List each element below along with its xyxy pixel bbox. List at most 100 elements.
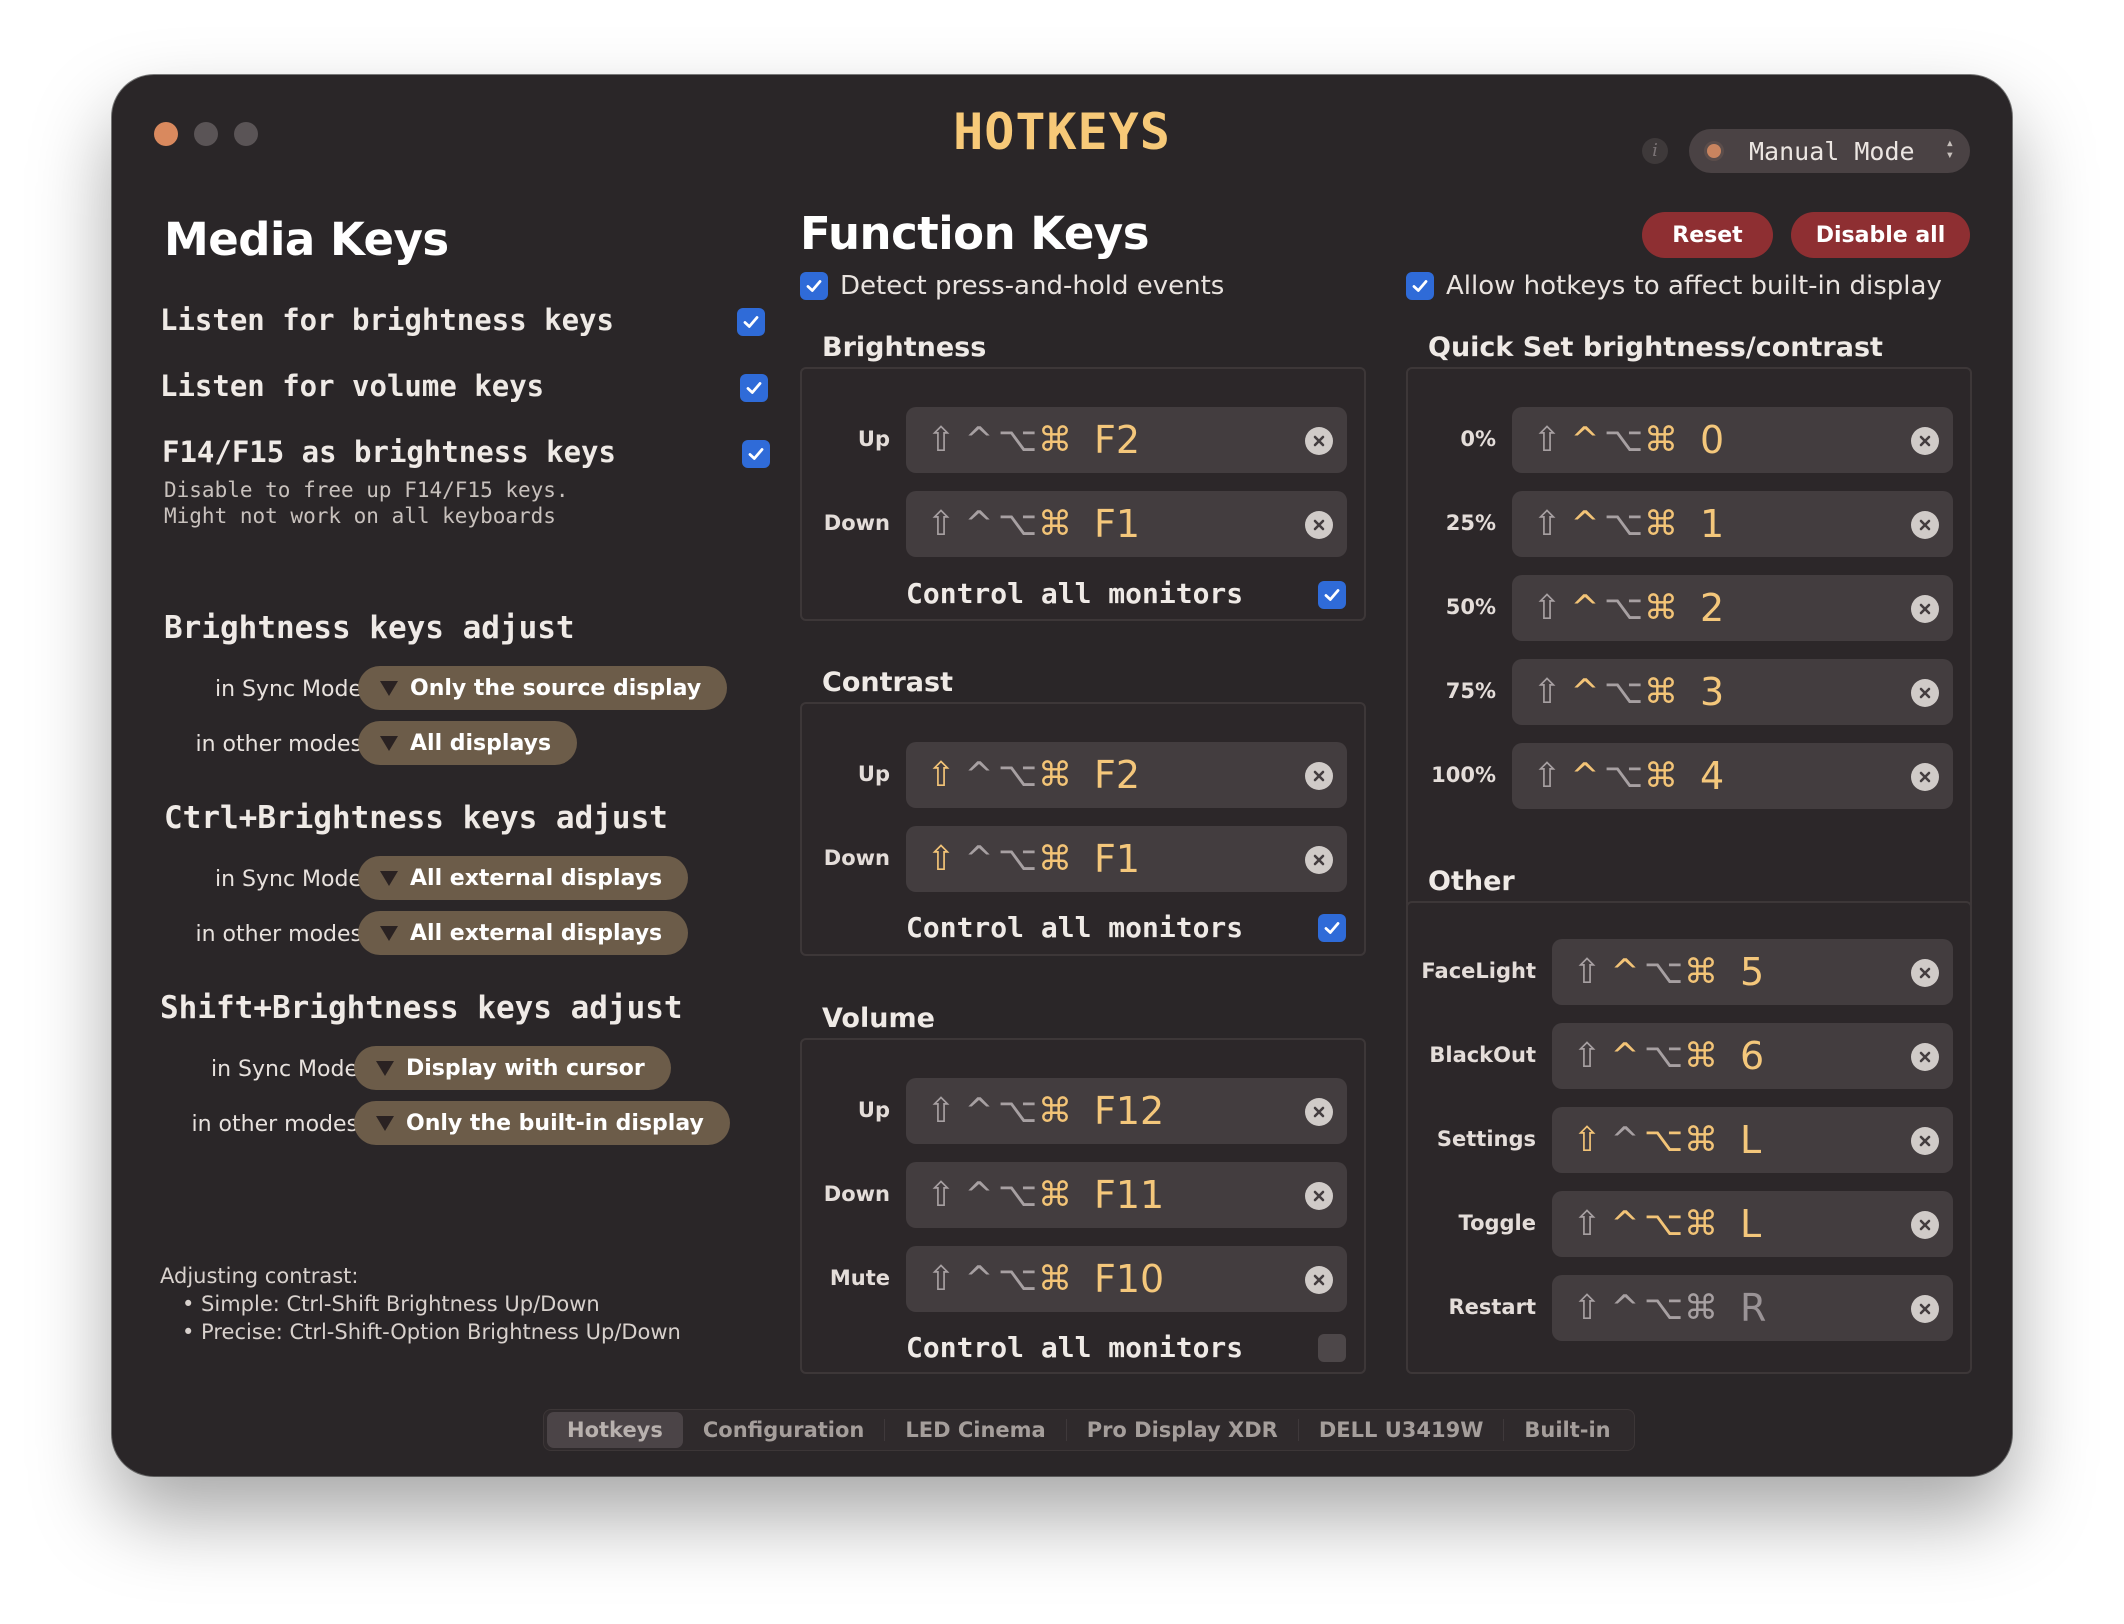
hotkey-recorder[interactable]: ⇧ ^ ⌥ ⌘ F2: [906, 742, 1347, 808]
shift-modifier-icon[interactable]: ⇧: [1568, 1204, 1606, 1244]
option-modifier-icon[interactable]: ⌥: [998, 1175, 1037, 1215]
volume-control-all-checkbox[interactable]: [1318, 1334, 1346, 1362]
tab-built-in[interactable]: Built-in: [1504, 1412, 1630, 1448]
command-modifier-icon[interactable]: ⌘: [1642, 672, 1680, 712]
control-modifier-icon[interactable]: ^: [1566, 420, 1604, 460]
option-modifier-icon[interactable]: ⌥: [1604, 504, 1643, 544]
clear-hotkey-icon[interactable]: [1911, 427, 1939, 455]
mode-select[interactable]: Manual Mode ▴ ▾: [1689, 129, 1970, 173]
shift-modifier-icon[interactable]: ⇧: [922, 1175, 960, 1215]
command-modifier-icon[interactable]: ⌘: [1642, 588, 1680, 628]
control-modifier-icon[interactable]: ^: [960, 504, 998, 544]
command-modifier-icon[interactable]: ⌘: [1036, 839, 1074, 879]
brightness-keys-checkbox[interactable]: [737, 308, 765, 336]
control-modifier-icon[interactable]: ^: [1606, 1036, 1644, 1076]
tab-configuration[interactable]: Configuration: [683, 1412, 884, 1448]
info-icon[interactable]: i: [1642, 138, 1668, 164]
control-modifier-icon[interactable]: ^: [1566, 672, 1604, 712]
shift-modifier-icon[interactable]: ⇧: [1568, 1120, 1606, 1160]
brightness-control-all-checkbox[interactable]: [1318, 581, 1346, 609]
hotkey-recorder[interactable]: ⇧ ^ ⌥ ⌘ F11: [906, 1162, 1347, 1228]
shift-other-select[interactable]: Only the built-in display: [354, 1101, 730, 1145]
command-modifier-icon[interactable]: ⌘: [1642, 420, 1680, 460]
tab-dell-u3419w[interactable]: DELL U3419W: [1299, 1412, 1504, 1448]
option-modifier-icon[interactable]: ⌥: [1604, 672, 1643, 712]
hotkey-recorder[interactable]: ⇧ ^ ⌥ ⌘ F12: [906, 1078, 1347, 1144]
shift-modifier-icon[interactable]: ⇧: [922, 1259, 960, 1299]
tab-hotkeys[interactable]: Hotkeys: [547, 1412, 683, 1448]
f14-f15-checkbox[interactable]: [742, 440, 770, 468]
shift-modifier-icon[interactable]: ⇧: [1568, 1036, 1606, 1076]
clear-hotkey-icon[interactable]: [1305, 1098, 1333, 1126]
control-modifier-icon[interactable]: ^: [1606, 1204, 1644, 1244]
option-modifier-icon[interactable]: ⌥: [1644, 1204, 1683, 1244]
hotkey-recorder[interactable]: ⇧ ^ ⌥ ⌘ 6: [1552, 1023, 1953, 1089]
command-modifier-icon[interactable]: ⌘: [1642, 756, 1680, 796]
control-modifier-icon[interactable]: ^: [1566, 756, 1604, 796]
hotkey-recorder[interactable]: ⇧ ^ ⌥ ⌘ 3: [1512, 659, 1953, 725]
allow-builtin-checkbox[interactable]: [1406, 272, 1434, 300]
command-modifier-icon[interactable]: ⌘: [1036, 1175, 1074, 1215]
option-modifier-icon[interactable]: ⌥: [998, 839, 1037, 879]
clear-hotkey-icon[interactable]: [1305, 511, 1333, 539]
shift-modifier-icon[interactable]: ⇧: [1528, 588, 1566, 628]
command-modifier-icon[interactable]: ⌘: [1682, 1120, 1720, 1160]
control-modifier-icon[interactable]: ^: [960, 1175, 998, 1215]
hotkey-recorder[interactable]: ⇧ ^ ⌥ ⌘ F1: [906, 491, 1347, 557]
clear-hotkey-icon[interactable]: [1911, 1127, 1939, 1155]
hotkey-recorder[interactable]: ⇧ ^ ⌥ ⌘ R: [1552, 1275, 1953, 1341]
control-modifier-icon[interactable]: ^: [960, 1259, 998, 1299]
clear-hotkey-icon[interactable]: [1305, 1266, 1333, 1294]
command-modifier-icon[interactable]: ⌘: [1036, 755, 1074, 795]
hotkey-recorder[interactable]: ⇧ ^ ⌥ ⌘ 0: [1512, 407, 1953, 473]
control-modifier-icon[interactable]: ^: [1606, 1120, 1644, 1160]
clear-hotkey-icon[interactable]: [1305, 427, 1333, 455]
hotkey-recorder[interactable]: ⇧ ^ ⌥ ⌘ F2: [906, 407, 1347, 473]
control-modifier-icon[interactable]: ^: [1566, 588, 1604, 628]
shift-modifier-icon[interactable]: ⇧: [922, 504, 960, 544]
option-modifier-icon[interactable]: ⌥: [1644, 1036, 1683, 1076]
option-modifier-icon[interactable]: ⌥: [998, 1091, 1037, 1131]
option-modifier-icon[interactable]: ⌥: [998, 1259, 1037, 1299]
option-modifier-icon[interactable]: ⌥: [1644, 1288, 1683, 1328]
clear-hotkey-icon[interactable]: [1911, 763, 1939, 791]
detect-hold-checkbox[interactable]: [800, 272, 828, 300]
option-modifier-icon[interactable]: ⌥: [1644, 952, 1683, 992]
clear-hotkey-icon[interactable]: [1911, 1043, 1939, 1071]
ctrl-sync-select[interactable]: All external displays: [358, 856, 689, 900]
clear-hotkey-icon[interactable]: [1305, 762, 1333, 790]
clear-hotkey-icon[interactable]: [1911, 595, 1939, 623]
clear-hotkey-icon[interactable]: [1911, 1211, 1939, 1239]
control-modifier-icon[interactable]: ^: [1566, 504, 1604, 544]
shift-modifier-icon[interactable]: ⇧: [1528, 672, 1566, 712]
contrast-control-all-checkbox[interactable]: [1318, 914, 1346, 942]
option-modifier-icon[interactable]: ⌥: [998, 420, 1037, 460]
clear-hotkey-icon[interactable]: [1911, 511, 1939, 539]
shift-modifier-icon[interactable]: ⇧: [1568, 952, 1606, 992]
tab-led-cinema[interactable]: LED Cinema: [885, 1412, 1065, 1448]
hotkey-recorder[interactable]: ⇧ ^ ⌥ ⌘ L: [1552, 1107, 1953, 1173]
hotkey-recorder[interactable]: ⇧ ^ ⌥ ⌘ 4: [1512, 743, 1953, 809]
control-modifier-icon[interactable]: ^: [960, 839, 998, 879]
tab-pro-display-xdr[interactable]: Pro Display XDR: [1067, 1412, 1298, 1448]
clear-hotkey-icon[interactable]: [1911, 679, 1939, 707]
command-modifier-icon[interactable]: ⌘: [1036, 1259, 1074, 1299]
shift-modifier-icon[interactable]: ⇧: [922, 1091, 960, 1131]
command-modifier-icon[interactable]: ⌘: [1682, 1288, 1720, 1328]
clear-hotkey-icon[interactable]: [1911, 959, 1939, 987]
command-modifier-icon[interactable]: ⌘: [1682, 1204, 1720, 1244]
option-modifier-icon[interactable]: ⌥: [1644, 1120, 1683, 1160]
brightness-other-select[interactable]: All displays: [358, 721, 578, 765]
clear-hotkey-icon[interactable]: [1911, 1295, 1939, 1323]
hotkey-recorder[interactable]: ⇧ ^ ⌥ ⌘ F1: [906, 826, 1347, 892]
option-modifier-icon[interactable]: ⌥: [998, 755, 1037, 795]
clear-hotkey-icon[interactable]: [1305, 846, 1333, 874]
reset-button[interactable]: Reset: [1642, 212, 1773, 258]
shift-modifier-icon[interactable]: ⇧: [1528, 420, 1566, 460]
option-modifier-icon[interactable]: ⌥: [1604, 420, 1643, 460]
command-modifier-icon[interactable]: ⌘: [1682, 1036, 1720, 1076]
control-modifier-icon[interactable]: ^: [960, 420, 998, 460]
brightness-sync-select[interactable]: Only the source display: [358, 666, 728, 710]
shift-modifier-icon[interactable]: ⇧: [1528, 504, 1566, 544]
disable-all-button[interactable]: Disable all: [1791, 212, 1970, 258]
